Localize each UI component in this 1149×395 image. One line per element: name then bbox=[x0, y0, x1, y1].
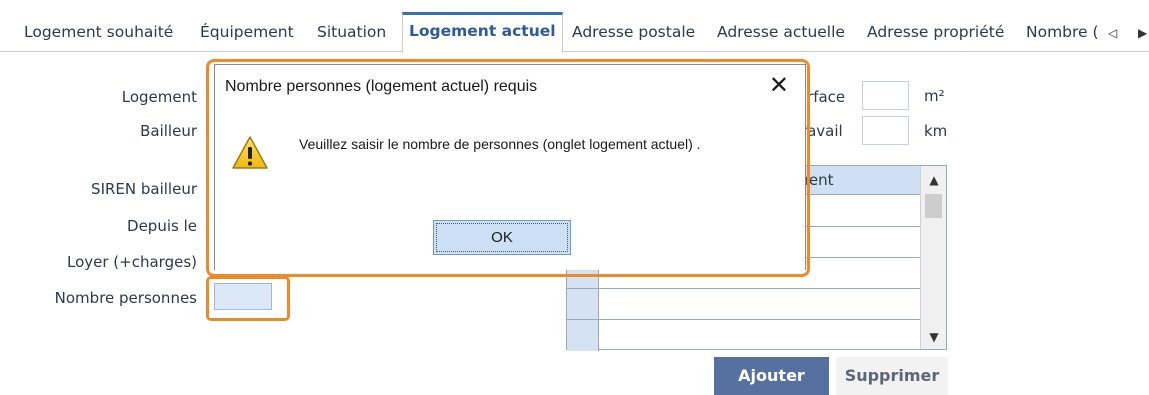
nombre-personnes-highlight bbox=[206, 276, 290, 321]
add-button[interactable]: Ajouter bbox=[714, 357, 829, 395]
scroll-up-icon[interactable]: ▲ bbox=[921, 169, 947, 191]
nombre-personnes-label: Nombre personnes bbox=[54, 289, 197, 307]
logement-label: Logement bbox=[121, 88, 197, 106]
scroll-down-icon[interactable]: ▼ bbox=[921, 326, 947, 348]
tab-adresse-propriete[interactable]: Adresse propriété bbox=[861, 14, 1010, 52]
delete-button[interactable]: Supprimer bbox=[836, 357, 948, 395]
row-selector[interactable] bbox=[567, 289, 599, 319]
tab-adresse-actuelle[interactable]: Adresse actuelle bbox=[711, 14, 851, 52]
surface-unit: m² bbox=[924, 87, 945, 105]
tab-adresse-postale[interactable]: Adresse postale bbox=[566, 14, 701, 52]
travail-input[interactable] bbox=[862, 116, 909, 145]
row-selector[interactable] bbox=[567, 320, 599, 351]
tab-logement-souhaite[interactable]: Logement souhaité bbox=[18, 14, 179, 52]
scroll-thumb[interactable] bbox=[925, 194, 942, 218]
grid-scrollbar[interactable]: ▲ ▼ bbox=[920, 166, 946, 349]
depuis-le-label: Depuis le bbox=[127, 217, 197, 235]
tab-logement-actuel[interactable]: Logement actuel bbox=[402, 12, 563, 53]
tab-equipement[interactable]: Équipement bbox=[194, 14, 300, 52]
siren-bailleur-label: SIREN bailleur bbox=[91, 180, 197, 198]
travail-unit: km bbox=[924, 122, 948, 140]
tab-scroll-left-icon[interactable]: ◁ bbox=[1108, 26, 1117, 40]
tab-situation[interactable]: Situation bbox=[311, 14, 392, 52]
table-row[interactable] bbox=[567, 289, 921, 320]
surface-input[interactable] bbox=[862, 81, 909, 110]
tab-nombre[interactable]: Nombre ( bbox=[1020, 14, 1100, 52]
tab-bar: Logement souhaité Équipement Situation L… bbox=[0, 12, 1149, 53]
loyer-label: Loyer (+charges) bbox=[67, 253, 197, 271]
dialog-highlight bbox=[206, 59, 810, 277]
tab-scroll-right-icon[interactable]: ▶ bbox=[1138, 26, 1147, 40]
table-row[interactable] bbox=[567, 320, 921, 351]
bailleur-label: Bailleur bbox=[140, 122, 197, 140]
